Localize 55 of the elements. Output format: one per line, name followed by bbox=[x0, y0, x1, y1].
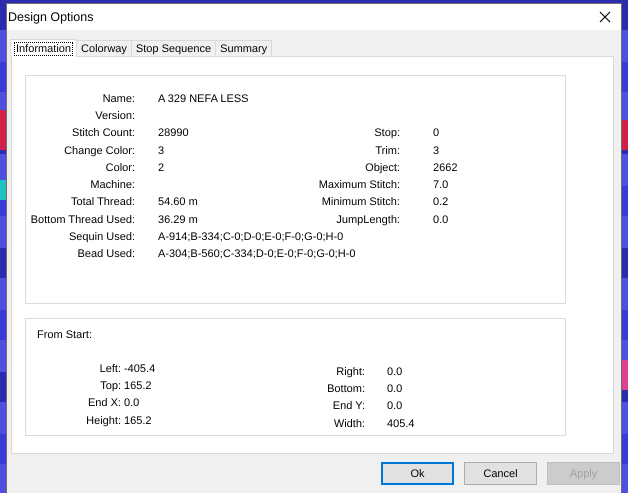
field-label: Name: bbox=[102, 92, 135, 107]
field-value: 54.60 m bbox=[157, 196, 199, 208]
field-value: 0.0 bbox=[123, 397, 140, 410]
field-value: A-914;B-334;C-0;D-0;E-0;F-0;G-0;H-0 bbox=[157, 231, 344, 244]
field-value: 2 bbox=[157, 162, 166, 174]
field-value: 405.4 bbox=[386, 418, 416, 430]
field-value: 0.0 bbox=[386, 382, 404, 395]
field-label: Trim: bbox=[374, 144, 400, 157]
field-label: Maximum Stitch: bbox=[318, 179, 400, 192]
field-label: End Y: bbox=[332, 400, 365, 412]
field-label: Bead Used: bbox=[76, 248, 135, 260]
field-value: 7.0 bbox=[432, 179, 450, 192]
field-label: Stitch Count: bbox=[71, 127, 135, 140]
field-label: JumpLength: bbox=[335, 214, 400, 226]
field-label: Stop: bbox=[373, 127, 400, 140]
group-title: From Start: bbox=[36, 329, 94, 341]
field-label: Top: bbox=[99, 380, 121, 392]
field-value: 0.0 bbox=[432, 214, 450, 226]
field-label: Width: bbox=[332, 418, 365, 430]
field-label: Version: bbox=[94, 110, 135, 122]
field-label: Color: bbox=[104, 162, 135, 174]
field-label: Bottom: bbox=[326, 382, 365, 395]
field-label: Machine: bbox=[89, 179, 135, 192]
tab[interactable]: Colorway bbox=[76, 40, 132, 56]
tab[interactable]: Summary bbox=[215, 40, 272, 56]
field-label: Bottom Thread Used: bbox=[30, 214, 135, 226]
field-value: 28990 bbox=[157, 127, 190, 140]
default-button[interactable]: Ok bbox=[381, 462, 454, 485]
field-value: -405.4 bbox=[123, 362, 156, 375]
field-label: Sequin Used: bbox=[68, 231, 135, 244]
field-label: Minimum Stitch: bbox=[320, 196, 400, 208]
field-label: Left: bbox=[98, 362, 121, 375]
dialog-button[interactable]: Cancel bbox=[464, 462, 537, 485]
field-value: 165.2 bbox=[123, 414, 153, 427]
field-value: 0 bbox=[432, 127, 440, 140]
window-title: Design Options bbox=[8, 10, 94, 24]
close-icon[interactable] bbox=[599, 11, 611, 23]
field-value: 0.0 bbox=[386, 400, 404, 412]
field-value: 36.29 m bbox=[157, 214, 199, 226]
field-value: 0.2 bbox=[432, 196, 450, 208]
tab[interactable]: Stop Sequence bbox=[130, 40, 216, 56]
field-value: A 329 NEFA LESS bbox=[157, 92, 250, 105]
tab[interactable]: Information bbox=[10, 39, 78, 57]
field-label: Change Color: bbox=[63, 144, 135, 157]
field-value: 3 bbox=[157, 144, 166, 157]
field-value: 3 bbox=[432, 144, 440, 157]
field-value: 2662 bbox=[432, 162, 458, 174]
field-label: Total Thread: bbox=[70, 196, 135, 208]
field-label: Object: bbox=[364, 162, 400, 174]
field-value: 0.0 bbox=[386, 366, 404, 378]
field-value: A-304;B-560;C-334;D-0;E-0;F-0;G-0;H-0 bbox=[157, 248, 356, 260]
field-label: Height: bbox=[85, 414, 121, 427]
field-label: End X: bbox=[86, 397, 121, 410]
field-value: 165.2 bbox=[123, 380, 153, 392]
field-label: Right: bbox=[335, 366, 365, 378]
